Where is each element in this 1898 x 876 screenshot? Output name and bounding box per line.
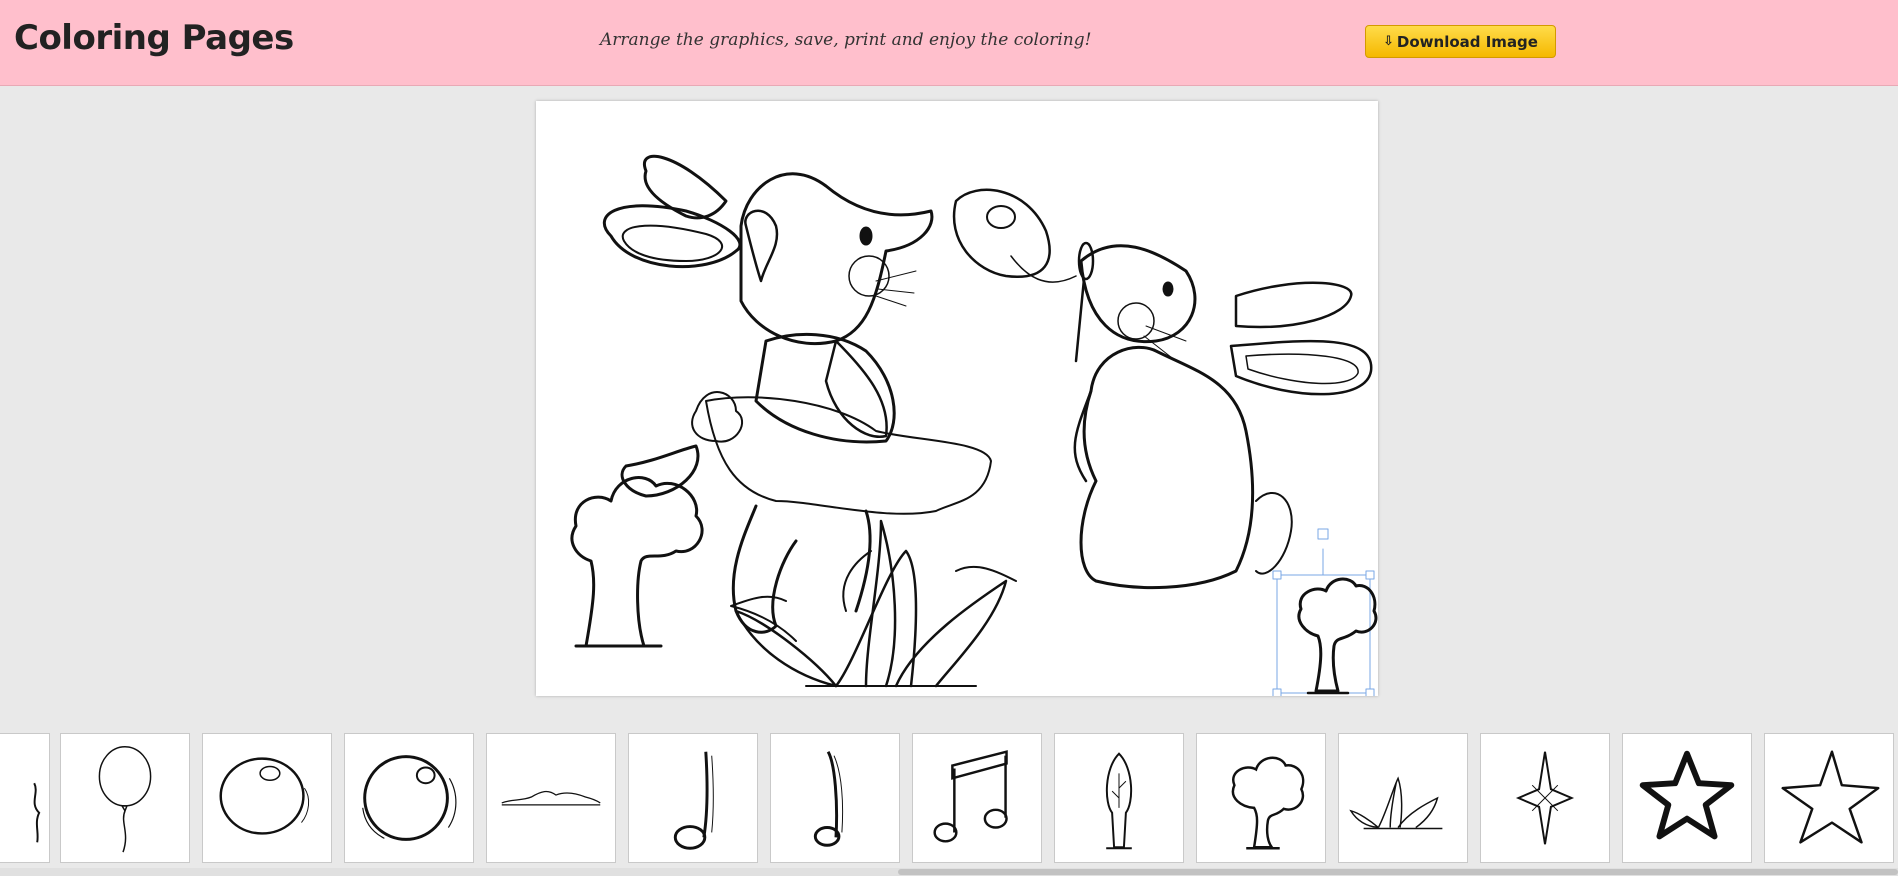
tray-tile-compass-star[interactable]: [1480, 733, 1610, 863]
tagline: Arrange the graphics, save, print and en…: [600, 30, 1092, 50]
tray-tile-music-note-thin[interactable]: [770, 733, 900, 863]
bunny-blowing-bubble[interactable]: [952, 188, 1373, 590]
drawing-canvas[interactable]: [536, 101, 1378, 696]
tray-tile-cutoff[interactable]: [0, 733, 50, 863]
tray-tile-bush[interactable]: [1338, 733, 1468, 863]
tray-tile-star-outline[interactable]: [1764, 733, 1894, 863]
download-image-button[interactable]: ⇩ Download Image: [1365, 25, 1556, 58]
graphics-tray[interactable]: [0, 730, 1898, 870]
scroll-thumb[interactable]: [898, 869, 1898, 875]
download-label: Download Image: [1396, 32, 1538, 51]
tray-scrollbar[interactable]: [0, 868, 1898, 876]
tray-tile-balloon[interactable]: [60, 733, 190, 863]
tray-tile-star-bold[interactable]: [1622, 733, 1752, 863]
tray-tile-music-note[interactable]: [628, 733, 758, 863]
tray-tile-double-music-note[interactable]: [912, 733, 1042, 863]
bunny-ballerina[interactable]: [602, 154, 992, 634]
tray-tile-grass-strip[interactable]: [486, 733, 616, 863]
tray-tile-tall-tree[interactable]: [1054, 733, 1184, 863]
tray-tile-bubble[interactable]: [202, 733, 332, 863]
download-icon: ⇩: [1383, 34, 1394, 49]
tray-tile-bubble-large[interactable]: [344, 733, 474, 863]
tree-selected[interactable]: [1272, 528, 1378, 696]
app-title: Coloring Pages: [14, 18, 294, 58]
tree-left[interactable]: [570, 476, 704, 648]
tray-tile-tree[interactable]: [1196, 733, 1326, 863]
header-bar: Coloring Pages Arrange the graphics, sav…: [0, 0, 1898, 86]
